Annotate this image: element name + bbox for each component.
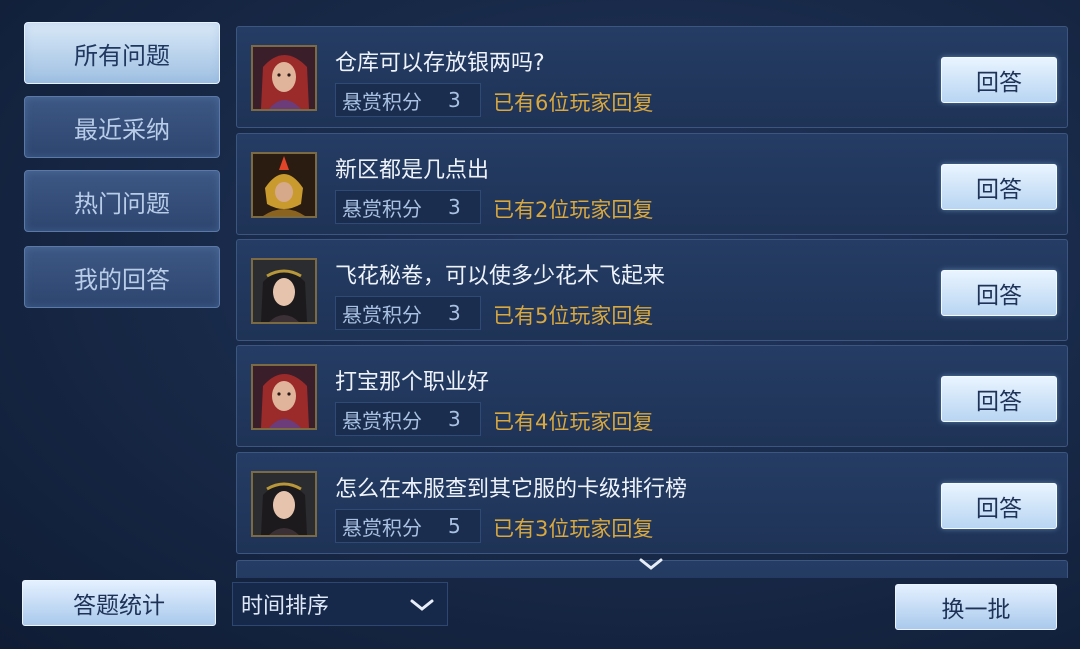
- tab-recent-accepted[interactable]: 最近采纳: [24, 96, 220, 158]
- avatar: [251, 471, 317, 537]
- reward-label: 悬赏积分: [342, 302, 422, 327]
- reward-box: 悬赏积分 3: [335, 402, 481, 436]
- reply-count: 已有3位玩家回复: [493, 517, 654, 541]
- question-card: 打宝那个职业好 悬赏积分 3 已有4位玩家回复 回答: [236, 345, 1068, 447]
- dark-hair-heroine-icon: [253, 473, 315, 535]
- answer-button[interactable]: 回答: [941, 270, 1057, 316]
- question-card: 怎么在本服查到其它服的卡级排行榜 悬赏积分 5 已有3位玩家回复 回答: [236, 452, 1068, 554]
- reward-label: 悬赏积分: [342, 196, 422, 221]
- reward-label: 悬赏积分: [342, 515, 422, 540]
- golden-helmet-icon: [253, 154, 315, 216]
- reward-box: 悬赏积分 3: [335, 296, 481, 330]
- avatar: [251, 258, 317, 324]
- question-title[interactable]: 仓库可以存放银两吗?: [335, 45, 545, 77]
- reward-box: 悬赏积分 5: [335, 509, 481, 543]
- sort-dropdown[interactable]: 时间排序: [232, 582, 448, 626]
- question-card: 飞花秘卷，可以使多少花木飞起来 悬赏积分 3 已有5位玩家回复 回答: [236, 239, 1068, 341]
- reward-value: 3: [448, 407, 461, 431]
- question-title[interactable]: 新区都是几点出: [335, 152, 489, 184]
- reward-value: 3: [448, 195, 461, 219]
- question-card: 仓库可以存放银两吗? 悬赏积分 3 已有6位玩家回复 回答: [236, 26, 1068, 128]
- chevron-down-icon[interactable]: [638, 556, 664, 572]
- answer-button[interactable]: 回答: [941, 164, 1057, 210]
- tab-all-questions[interactable]: 所有问题: [24, 22, 220, 84]
- chevron-down-icon: [410, 599, 434, 611]
- reply-count: 已有6位玩家回复: [493, 91, 654, 115]
- question-list[interactable]: 仓库可以存放银两吗? 悬赏积分 3 已有6位玩家回复 回答 新区都是几点出 悬赏…: [236, 22, 1068, 578]
- answer-button[interactable]: 回答: [941, 57, 1057, 103]
- question-card: 新区都是几点出 悬赏积分 3 已有2位玩家回复 回答: [236, 133, 1068, 235]
- question-title[interactable]: 怎么在本服查到其它服的卡级排行榜: [335, 471, 687, 503]
- reward-box: 悬赏积分 3: [335, 190, 481, 224]
- question-title[interactable]: 飞花秘卷，可以使多少花木飞起来: [335, 258, 665, 290]
- red-hair-warrior-icon: [253, 47, 315, 109]
- answer-button[interactable]: 回答: [941, 376, 1057, 422]
- reward-value: 3: [448, 88, 461, 112]
- refresh-batch-button[interactable]: 换一批: [895, 584, 1057, 630]
- tab-hot-questions[interactable]: 热门问题: [24, 170, 220, 232]
- question-title[interactable]: 打宝那个职业好: [335, 364, 489, 396]
- avatar: [251, 45, 317, 111]
- reply-count: 已有4位玩家回复: [493, 410, 654, 434]
- tab-my-answers[interactable]: 我的回答: [24, 246, 220, 308]
- answer-stats-button[interactable]: 答题统计: [22, 580, 216, 626]
- reward-label: 悬赏积分: [342, 408, 422, 433]
- red-hair-warrior-icon: [253, 366, 315, 428]
- answer-button[interactable]: 回答: [941, 483, 1057, 529]
- reward-box: 悬赏积分 3: [335, 83, 481, 117]
- reward-value: 5: [448, 514, 461, 538]
- reply-count: 已有5位玩家回复: [493, 304, 654, 328]
- avatar: [251, 364, 317, 430]
- sort-dropdown-value: 时间排序: [241, 594, 330, 619]
- dark-hair-heroine-icon: [253, 260, 315, 322]
- reward-value: 3: [448, 301, 461, 325]
- avatar: [251, 152, 317, 218]
- reply-count: 已有2位玩家回复: [493, 198, 654, 222]
- reward-label: 悬赏积分: [342, 89, 422, 114]
